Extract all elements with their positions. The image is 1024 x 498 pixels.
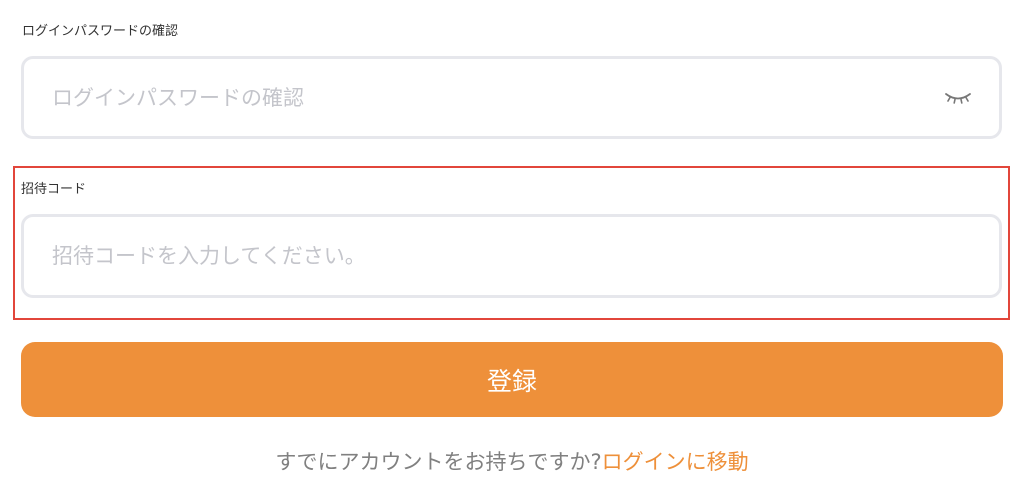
- password-confirm-input[interactable]: [24, 59, 999, 136]
- password-confirm-label: ログインパスワードの確認: [22, 24, 179, 39]
- login-prompt-text: すでにアカウントをお持ちですか?: [275, 450, 602, 474]
- register-button[interactable]: 登録: [21, 342, 1003, 417]
- eye-closed-icon[interactable]: [941, 87, 975, 109]
- registration-form: ログインパスワードの確認 招待コード 登録 すでにアカウントをお持ちですか?ログ…: [0, 0, 1024, 498]
- invite-code-label: 招待コード: [21, 182, 87, 197]
- invite-code-field: [21, 214, 1002, 298]
- invite-code-input[interactable]: [24, 217, 999, 295]
- login-link[interactable]: ログインに移動: [602, 450, 749, 474]
- login-prompt: すでにアカウントをお持ちですか?ログインに移動: [0, 446, 1024, 476]
- password-confirm-field: [21, 56, 1002, 139]
